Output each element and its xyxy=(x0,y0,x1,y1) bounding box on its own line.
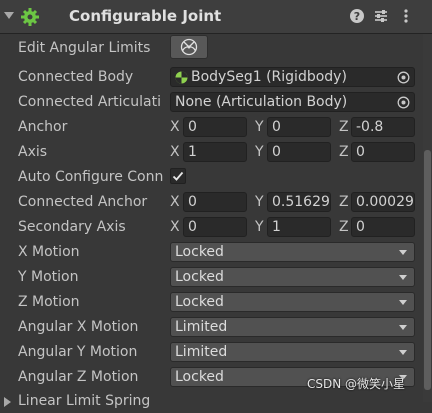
angular-x-motion-label: Angular X Motion xyxy=(18,319,139,335)
row-connected-body: Connected Body BodySeg1 (Rigidbody) xyxy=(0,67,432,89)
kebab-menu-icon[interactable] xyxy=(398,8,414,24)
row-angular-y-motion: Angular Y Motion Limited xyxy=(0,342,432,364)
row-angular-x-motion: Angular X Motion Limited xyxy=(0,317,432,339)
angular-y-motion-value: Limited xyxy=(175,344,228,360)
component-title: Configurable Joint xyxy=(69,7,222,25)
angular-x-motion-dropdown[interactable]: Limited xyxy=(170,317,415,337)
chevron-down-icon xyxy=(399,250,407,255)
row-linear-limit-spring[interactable]: Linear Limit Spring xyxy=(0,391,432,413)
connected-articulation-value: None (Articulation Body) xyxy=(175,94,348,110)
object-picker-icon[interactable] xyxy=(397,71,410,84)
axis-x-field[interactable]: 1 xyxy=(183,142,247,162)
component-header[interactable]: Configurable Joint ? xyxy=(0,0,432,34)
scrollbar-thumb[interactable] xyxy=(424,150,431,390)
y-motion-dropdown[interactable]: Locked xyxy=(170,267,415,287)
angular-z-motion-value: Locked xyxy=(175,369,224,385)
row-x-motion: X Motion Locked xyxy=(0,242,432,264)
row-edit-angular-limits: Edit Angular Limits xyxy=(0,35,432,60)
row-z-motion: Z Motion Locked xyxy=(0,292,432,314)
y-motion-label: Y Motion xyxy=(18,269,79,285)
z-motion-label: Z Motion xyxy=(18,294,80,310)
row-axis: Axis X 1 Y 0 Z 0 xyxy=(0,142,432,164)
edit-angular-limits-button[interactable] xyxy=(170,35,208,59)
x-motion-value: Locked xyxy=(175,244,224,260)
connected-anchor-x-label: X xyxy=(170,194,180,210)
angular-y-motion-dropdown[interactable]: Limited xyxy=(170,342,415,362)
connected-body-label: Connected Body xyxy=(18,69,134,85)
anchor-z-field[interactable]: -0.8 xyxy=(351,117,415,137)
anchor-x-label: X xyxy=(170,119,180,135)
axis-label: Axis xyxy=(18,144,48,160)
secondary-axis-x-label: X xyxy=(170,219,180,235)
chevron-down-icon xyxy=(399,325,407,330)
anchor-x-field[interactable]: 0 xyxy=(183,117,247,137)
row-anchor: Anchor X 0 Y 0 Z -0.8 xyxy=(0,117,432,139)
collapse-arrow-icon[interactable] xyxy=(4,12,14,19)
connected-anchor-z-label: Z xyxy=(339,194,349,210)
angular-limits-edit-icon xyxy=(180,38,198,56)
joint-gear-icon xyxy=(21,8,39,26)
secondary-axis-z-field[interactable]: 0 xyxy=(351,217,415,237)
y-motion-value: Locked xyxy=(175,269,224,285)
secondary-axis-y-field[interactable]: 1 xyxy=(267,217,331,237)
object-picker-icon[interactable] xyxy=(397,96,410,109)
connected-articulation-label: Connected Articulati xyxy=(18,94,161,110)
angular-y-motion-label: Angular Y Motion xyxy=(18,344,138,360)
row-connected-articulation: Connected Articulati None (Articulation … xyxy=(0,92,432,114)
secondary-axis-x-field[interactable]: 0 xyxy=(183,217,247,237)
connected-body-field[interactable]: BodySeg1 (Rigidbody) xyxy=(170,67,415,87)
linear-limit-spring-label: Linear Limit Spring xyxy=(18,393,151,409)
anchor-z-label: Z xyxy=(339,119,349,135)
connected-body-value: BodySeg1 (Rigidbody) xyxy=(191,69,347,85)
foldout-arrow-icon[interactable] xyxy=(4,397,11,407)
angular-x-motion-value: Limited xyxy=(175,319,228,335)
edit-angular-limits-label: Edit Angular Limits xyxy=(18,40,151,56)
x-motion-dropdown[interactable]: Locked xyxy=(170,242,415,262)
secondary-axis-y-label: Y xyxy=(255,219,264,235)
axis-x-label: X xyxy=(170,144,180,160)
help-icon[interactable]: ? xyxy=(349,8,365,24)
connected-anchor-label: Connected Anchor xyxy=(18,194,148,210)
z-motion-value: Locked xyxy=(175,294,224,310)
connected-anchor-y-field[interactable]: 0.51629 xyxy=(267,192,331,212)
axis-y-field[interactable]: 0 xyxy=(267,142,331,162)
connected-articulation-field[interactable]: None (Articulation Body) xyxy=(170,92,415,112)
axis-y-label: Y xyxy=(255,144,264,160)
angular-z-motion-label: Angular Z Motion xyxy=(18,369,139,385)
anchor-label: Anchor xyxy=(18,119,68,135)
row-auto-configure: Auto Configure Conn xyxy=(0,167,432,189)
chevron-down-icon xyxy=(399,350,407,355)
secondary-axis-z-label: Z xyxy=(339,219,349,235)
rigidbody-icon xyxy=(175,71,188,84)
secondary-axis-label: Secondary Axis xyxy=(18,219,126,235)
axis-z-field[interactable]: 0 xyxy=(351,142,415,162)
anchor-y-field[interactable]: 0 xyxy=(267,117,331,137)
x-motion-label: X Motion xyxy=(18,244,80,260)
chevron-down-icon xyxy=(399,300,407,305)
connected-anchor-y-label: Y xyxy=(255,194,264,210)
connected-anchor-x-field[interactable]: 0 xyxy=(183,192,247,212)
row-secondary-axis: Secondary Axis X 0 Y 1 Z 0 xyxy=(0,217,432,239)
svg-text:?: ? xyxy=(354,10,360,23)
anchor-y-label: Y xyxy=(255,119,264,135)
axis-z-label: Z xyxy=(339,144,349,160)
connected-anchor-z-field[interactable]: 0.00029 xyxy=(351,192,415,212)
z-motion-dropdown[interactable]: Locked xyxy=(170,292,415,312)
auto-configure-label: Auto Configure Conn xyxy=(18,169,164,185)
sliders-icon[interactable] xyxy=(373,8,389,24)
watermark: CSDN @微笑小星 xyxy=(307,377,406,391)
auto-configure-checkbox[interactable] xyxy=(170,168,186,184)
chevron-down-icon xyxy=(399,275,407,280)
row-y-motion: Y Motion Locked xyxy=(0,267,432,289)
row-connected-anchor: Connected Anchor X 0 Y 0.51629 Z 0.00029 xyxy=(0,192,432,214)
checkmark-icon xyxy=(172,171,184,181)
